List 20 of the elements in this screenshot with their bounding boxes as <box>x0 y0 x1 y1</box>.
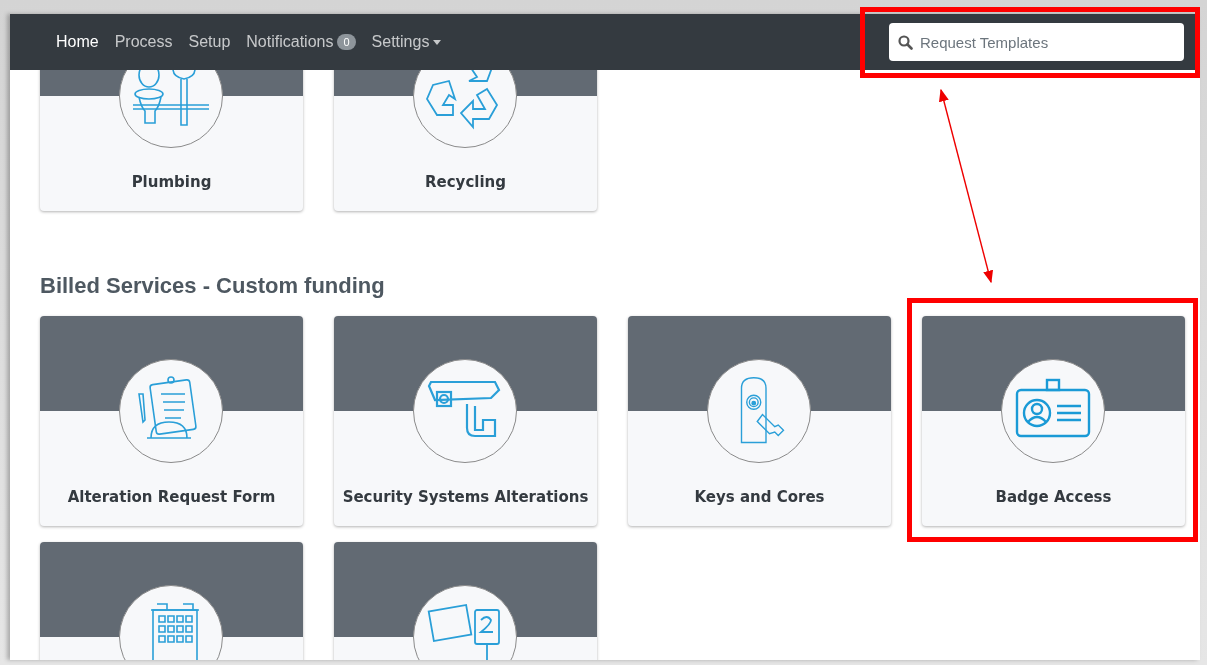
template-card[interactable]: Security Systems Alterations <box>334 316 597 526</box>
search-field[interactable]: Request Templates <box>889 23 1184 61</box>
section-heading: Billed Services - Custom funding <box>40 273 386 299</box>
card-title: Badge Access <box>994 488 1113 506</box>
card-title: Alteration Request Form <box>66 488 277 506</box>
count-badge: 0 <box>337 34 356 50</box>
card-title: Keys and Cores <box>693 488 826 506</box>
nav-link[interactable]: Process <box>106 25 181 59</box>
template-card[interactable]: Plumbing <box>40 70 303 211</box>
template-card[interactable]: Recycling <box>334 70 597 211</box>
nav-link[interactable]: Settings <box>363 25 450 59</box>
card-title: Plumbing <box>130 173 213 191</box>
template-card[interactable]: Alteration Request Form <box>40 316 303 526</box>
template-card[interactable]: Badge Access <box>922 316 1185 526</box>
card-title: Security Systems Alterations <box>341 488 590 506</box>
nav-link[interactable]: Home <box>48 25 107 59</box>
nav-link[interactable]: Notifications 0 <box>238 25 364 59</box>
card-title: Recycling <box>424 173 507 191</box>
template-card[interactable]: Keys and Cores <box>628 316 891 526</box>
nav-link[interactable]: Setup <box>180 25 239 59</box>
